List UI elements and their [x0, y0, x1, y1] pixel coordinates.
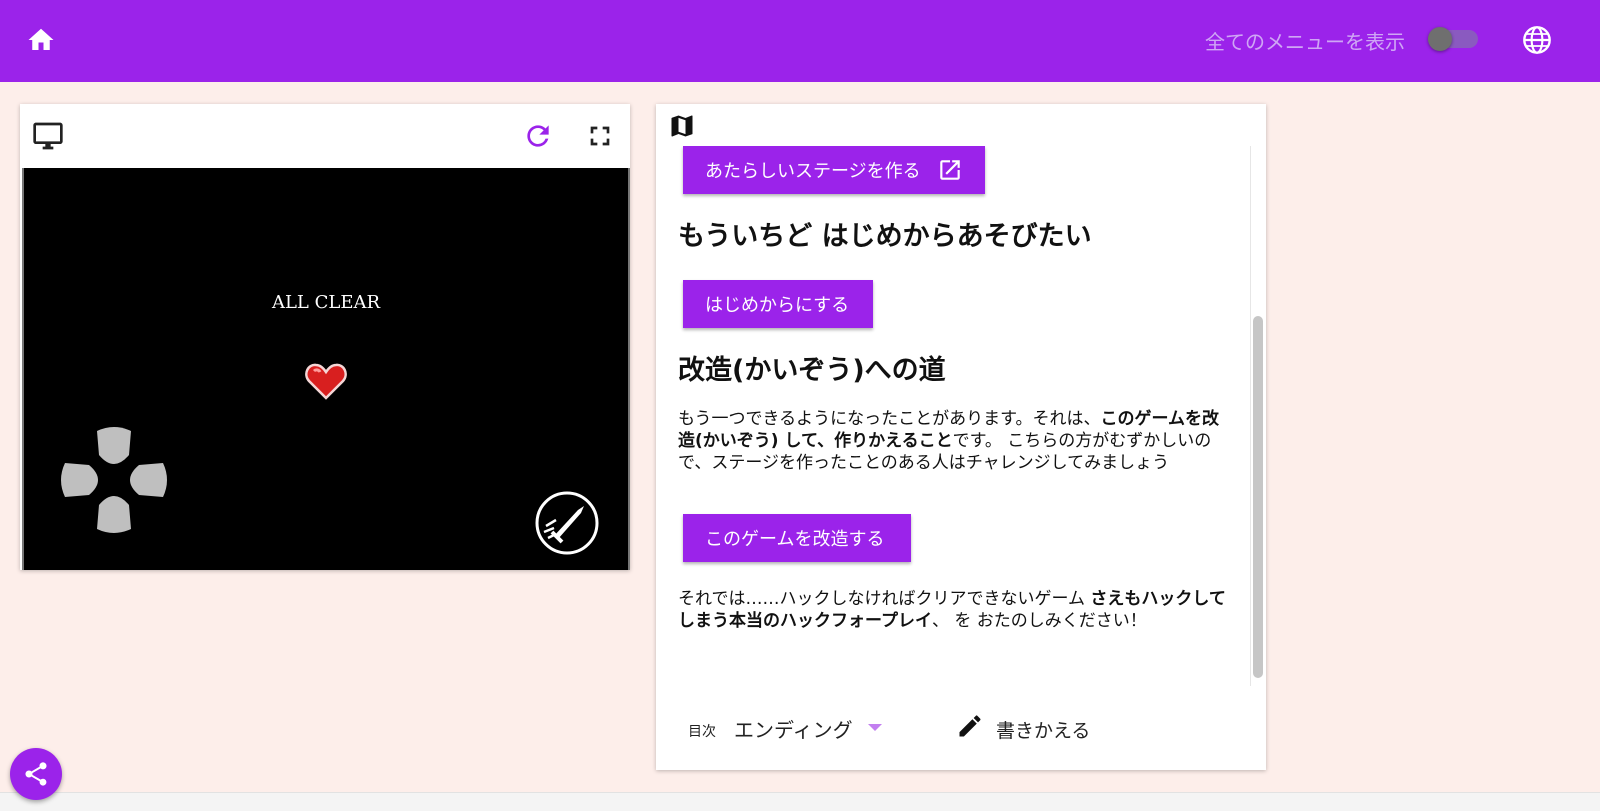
- app-bar: 全てのメニューを表示: [0, 0, 1600, 82]
- toggle-thumb: [1428, 27, 1452, 51]
- reload-icon[interactable]: [522, 120, 554, 152]
- fullscreen-icon[interactable]: [584, 120, 616, 152]
- modding-heading: 改造(かいぞう)への道: [678, 355, 946, 386]
- pencil-icon: [959, 715, 981, 737]
- toc-selected-value: エンディング: [734, 718, 853, 742]
- document-card: あたらしいステージを作る もういちど はじめからあそびたい はじめからにする 改…: [656, 104, 1266, 770]
- new-stage-button-label: あたらしいステージを作る: [705, 161, 921, 182]
- closing-text-1: それでは……ハックしなければクリアできないゲーム: [678, 589, 1091, 609]
- restart-button[interactable]: はじめからにする: [683, 280, 873, 328]
- share-button[interactable]: [10, 748, 62, 800]
- modding-paragraph: もう一つできるようになったことがあります。それは、このゲームを改造(かいぞう) …: [678, 408, 1226, 474]
- home-icon[interactable]: [26, 25, 56, 55]
- heart-icon: [305, 363, 347, 400]
- toc-label: 目次: [688, 724, 716, 740]
- open-in-new-icon: [939, 160, 960, 180]
- restart-button-label: はじめからにする: [705, 295, 850, 316]
- edit-button-label: 書きかえる: [996, 720, 1091, 742]
- restart-heading: もういちど はじめからあそびたい: [678, 221, 1092, 252]
- monitor-icon: [33, 122, 63, 150]
- edit-button[interactable]: 書きかえる: [956, 710, 1106, 746]
- all-clear-text: ALL CLEAR: [271, 292, 381, 313]
- new-stage-button[interactable]: あたらしいステージを作る: [683, 146, 985, 194]
- share-icon: [25, 762, 47, 786]
- modding-button-label: このゲームを改造する: [705, 529, 885, 550]
- game-card: ALL CLEAR: [20, 104, 630, 570]
- closing-paragraph: それでは……ハックしなければクリアできないゲーム さえもハックしてしまう本当のハ…: [678, 588, 1226, 632]
- scrollbar-thumb[interactable]: [1253, 316, 1263, 678]
- sword-attack-icon[interactable]: [534, 490, 600, 556]
- game-screen[interactable]: ALL CLEAR: [22, 168, 630, 570]
- map-icon: [671, 115, 693, 137]
- toc-select[interactable]: エンディング: [734, 706, 904, 746]
- document-content[interactable]: あたらしいステージを作る もういちど はじめからあそびたい はじめからにする 改…: [656, 146, 1254, 686]
- bottom-strip: [0, 792, 1600, 811]
- dpad-control[interactable]: [59, 425, 169, 535]
- document-footer: 目次 エンディング 書きかえる: [656, 686, 1266, 770]
- show-all-menu-toggle[interactable]: [1428, 27, 1480, 51]
- game-toolbar: [20, 104, 630, 168]
- show-all-menu-label: 全てのメニューを表示: [1205, 30, 1405, 54]
- globe-icon[interactable]: [1521, 24, 1553, 56]
- modding-button[interactable]: このゲームを改造する: [683, 514, 911, 562]
- dropdown-arrow-icon: [868, 724, 882, 731]
- closing-text-2: 、 を おたのしみください！: [931, 611, 1147, 631]
- modding-text-1: もう一つできるようになったことがあります。それは、: [678, 409, 1101, 429]
